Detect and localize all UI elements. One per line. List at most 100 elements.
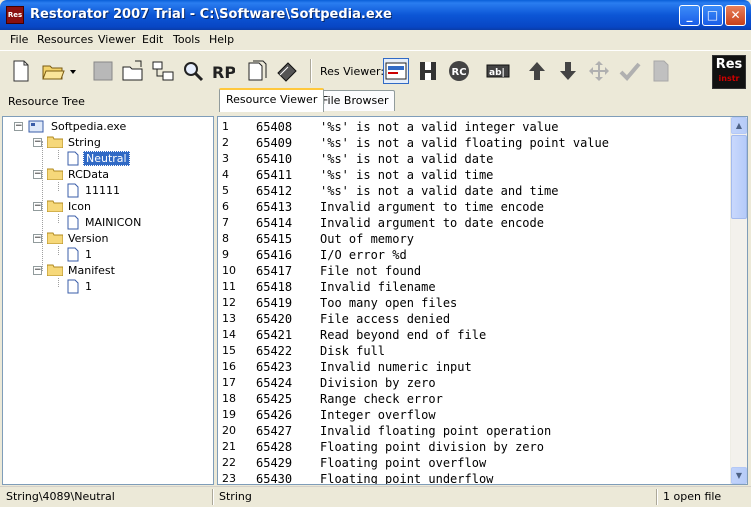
menu-edit[interactable]: Edit (142, 33, 163, 46)
viewer-auto-icon[interactable] (383, 58, 409, 84)
string-id: 65415 (256, 232, 293, 246)
string-value: Division by zero (320, 376, 436, 390)
tree-connector (58, 246, 59, 255)
tree-connector (58, 182, 59, 191)
row-number: 17 (222, 376, 236, 389)
tree-leaf-label: MAINICON (85, 215, 142, 229)
string-id: 65422 (256, 344, 293, 358)
string-expander[interactable]: − (33, 138, 42, 147)
exe-icon (28, 120, 44, 133)
toolbar-separator (310, 59, 312, 83)
copy-icon[interactable] (244, 58, 270, 84)
row-number: 21 (222, 440, 236, 453)
tree-root-label: Softpedia.exe (51, 119, 127, 133)
row-number: 6 (222, 200, 229, 213)
string-value: Floating point underflow (320, 472, 494, 485)
string-id: 65417 (256, 264, 293, 278)
tree-folder-rcdata[interactable]: RCData (47, 166, 111, 182)
manifest-expander[interactable]: − (33, 266, 42, 275)
row-number: 5 (222, 184, 229, 197)
menu-help[interactable]: Help (209, 33, 234, 46)
close-button[interactable]: ✕ (725, 5, 746, 26)
tree-leaf-label: 1 (85, 247, 92, 261)
rp-icon[interactable]: RP (210, 58, 236, 84)
string-id: 65424 (256, 376, 293, 390)
vertical-scrollbar[interactable]: ▲ ▼ (730, 117, 747, 484)
text-viewer-icon[interactable]: ab| (485, 58, 511, 84)
move-up-icon[interactable] (524, 58, 550, 84)
tree-leaf-version-1[interactable]: 1 (67, 246, 94, 262)
scroll-up-icon[interactable]: ▲ (731, 117, 747, 134)
save-disabled-icon[interactable] (90, 58, 116, 84)
tree-folder-icon[interactable]: Icon (47, 198, 93, 214)
menu-tools[interactable]: Tools (173, 33, 200, 46)
resource-tree-icon[interactable] (150, 58, 176, 84)
open-dropdown-icon[interactable] (66, 58, 80, 84)
icon-expander[interactable]: − (33, 202, 42, 211)
tree-leaf-neutral[interactable]: Neutral (67, 150, 130, 166)
string-id: 65427 (256, 424, 293, 438)
open-file-icon[interactable] (40, 58, 66, 84)
menu-file[interactable]: File (10, 33, 28, 46)
tree-root[interactable]: Softpedia.exe (27, 118, 128, 134)
scroll-down-icon[interactable]: ▼ (731, 467, 747, 484)
row-number: 3 (222, 152, 229, 165)
move-icon[interactable] (586, 58, 612, 84)
root-expander[interactable]: − (14, 122, 23, 131)
string-id: 65410 (256, 152, 293, 166)
window-title: Restorator 2007 Trial - C:\Software\Soft… (30, 7, 392, 22)
svg-text:RC: RC (452, 67, 467, 78)
restorator-logo: Res instr (712, 55, 746, 89)
app-icon[interactable]: Res (6, 6, 24, 24)
string-id: 65423 (256, 360, 293, 374)
menu-viewer[interactable]: Viewer (98, 33, 135, 46)
string-value: '%s' is not a valid time (320, 168, 494, 182)
scroll-thumb[interactable] (731, 135, 747, 219)
page-disabled-icon[interactable] (648, 58, 674, 84)
string-value: I/O error %d (320, 248, 407, 262)
tree-leaf-11111[interactable]: 11111 (67, 182, 122, 198)
string-value: Invalid floating point operation (320, 424, 552, 438)
hex-viewer-icon[interactable] (415, 58, 441, 84)
document-icon (67, 151, 79, 165)
tree-folder-version[interactable]: Version (47, 230, 110, 246)
rc-viewer-icon[interactable]: RC (446, 58, 472, 84)
tree-connector (58, 214, 59, 223)
tree-folder-manifest[interactable]: Manifest (47, 262, 117, 278)
rcdata-expander[interactable]: − (33, 170, 42, 179)
string-value: Floating point division by zero (320, 440, 544, 454)
open-resource-icon[interactable] (120, 58, 146, 84)
menu-resources[interactable]: Resources (37, 33, 93, 46)
resource-tree-panel[interactable]: − Softpedia.exe − String Neutral − RCDat… (2, 116, 214, 485)
string-value: '%s' is not a valid date and time (320, 184, 559, 198)
minimize-button[interactable]: _ (679, 5, 700, 26)
string-value: '%s' is not a valid date (320, 152, 494, 166)
version-expander[interactable]: − (33, 234, 42, 243)
tree-leaf-manifest-1[interactable]: 1 (67, 278, 94, 294)
row-number: 14 (222, 328, 236, 341)
tree-folder-label: Version (68, 231, 109, 245)
tree-leaf-mainicon[interactable]: MAINICON (67, 214, 143, 230)
tree-folder-label: String (68, 135, 101, 149)
find-icon[interactable] (180, 58, 206, 84)
string-id: 65420 (256, 312, 293, 326)
tree-folder-string[interactable]: String (47, 134, 103, 150)
row-number: 9 (222, 248, 229, 261)
book-icon[interactable] (274, 58, 300, 84)
move-down-icon[interactable] (555, 58, 581, 84)
row-number: 1 (222, 120, 229, 133)
string-value: Too many open files (320, 296, 458, 310)
row-number: 20 (222, 424, 236, 437)
string-value: File access denied (320, 312, 451, 326)
maximize-button[interactable]: □ (702, 5, 723, 26)
tab-file-browser[interactable]: File Browser (315, 90, 396, 111)
resource-viewer[interactable]: 1 65408 '%s' is not a valid integer value 2… (217, 116, 748, 485)
new-file-icon[interactable] (8, 58, 34, 84)
string-id: 65421 (256, 328, 293, 342)
check-icon[interactable] (617, 58, 643, 84)
document-icon (67, 247, 79, 261)
string-value: Disk full (320, 344, 386, 358)
string-value: Range check error (320, 392, 443, 406)
string-value: '%s' is not a valid integer value (320, 120, 559, 134)
tab-resource-viewer[interactable]: Resource Viewer (219, 88, 325, 112)
